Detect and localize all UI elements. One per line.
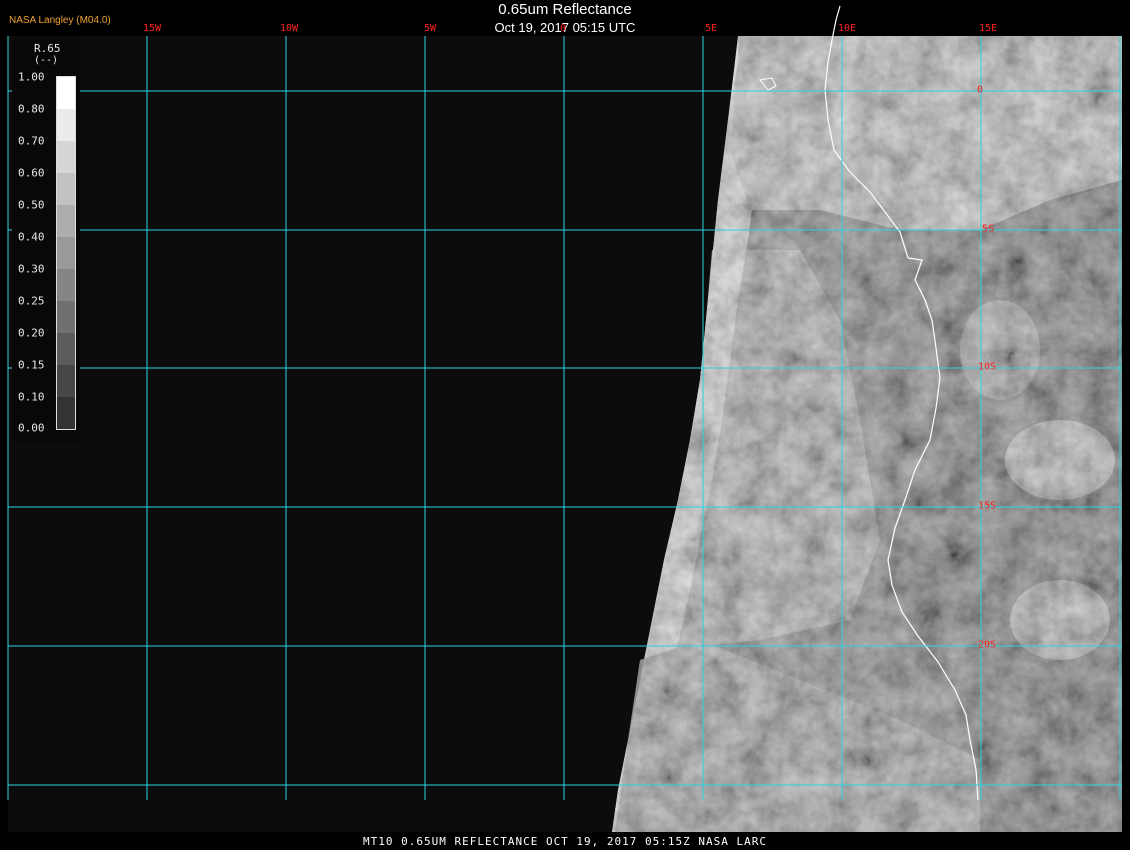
color-legend: R.65 (--) 1.00 0.80 0.70 0.60 0.50 0.40 … — [12, 38, 80, 442]
legend-swatch — [57, 397, 75, 429]
legend-title: R.65 — [34, 42, 61, 55]
longitude-label: 0 — [559, 23, 567, 34]
legend-swatch — [57, 173, 75, 205]
legend-tick-label: 0.10 — [18, 390, 45, 404]
legend-tick-label: 0.80 — [18, 102, 45, 116]
legend-tick-label: 0.70 — [18, 134, 45, 148]
longitude-label: 10E — [837, 23, 857, 34]
legend-swatch — [57, 237, 75, 269]
latitude-label: 10S — [977, 361, 997, 373]
legend-tick-label: 1.00 — [18, 70, 45, 84]
legend-swatch — [57, 301, 75, 333]
product-footer: MT10 0.65UM REFLECTANCE OCT 19, 2017 05:… — [363, 835, 767, 848]
legend-unit: (--) — [34, 55, 59, 66]
latitude-label: 20S — [977, 639, 997, 651]
legend-tick-label: 0.40 — [18, 230, 45, 244]
legend-swatch — [57, 365, 75, 397]
longitude-label: 10W — [279, 23, 299, 34]
legend-colorbar — [56, 76, 76, 430]
longitude-label: 15E — [978, 23, 998, 34]
legend-swatch — [57, 109, 75, 141]
legend-tick-label: 0.50 — [18, 198, 45, 212]
legend-swatch — [57, 333, 75, 365]
latitude-label: 15S — [977, 500, 997, 512]
latitude-label: 5S — [981, 223, 995, 235]
legend-swatch — [57, 77, 75, 109]
legend-tick-label: 0.00 — [18, 421, 45, 435]
longitude-label: 15W — [142, 23, 162, 34]
longitude-label: 5W — [423, 23, 437, 34]
legend-swatch — [57, 269, 75, 301]
legend-swatch — [57, 141, 75, 173]
legend-tick-label: 0.60 — [18, 166, 45, 180]
longitude-label: 5E — [704, 23, 718, 34]
legend-tick-label: 0.25 — [18, 294, 45, 308]
latitude-label: 0 — [976, 84, 984, 96]
legend-tick-label: 0.20 — [18, 326, 45, 340]
satellite-map — [0, 0, 1130, 850]
brand-label: NASA Langley (M04.0) — [9, 15, 111, 26]
legend-swatch — [57, 205, 75, 237]
legend-tick-label: 0.30 — [18, 262, 45, 276]
legend-tick-label: 0.15 — [18, 358, 45, 372]
map-title: 0.65um Reflectance — [498, 1, 632, 18]
